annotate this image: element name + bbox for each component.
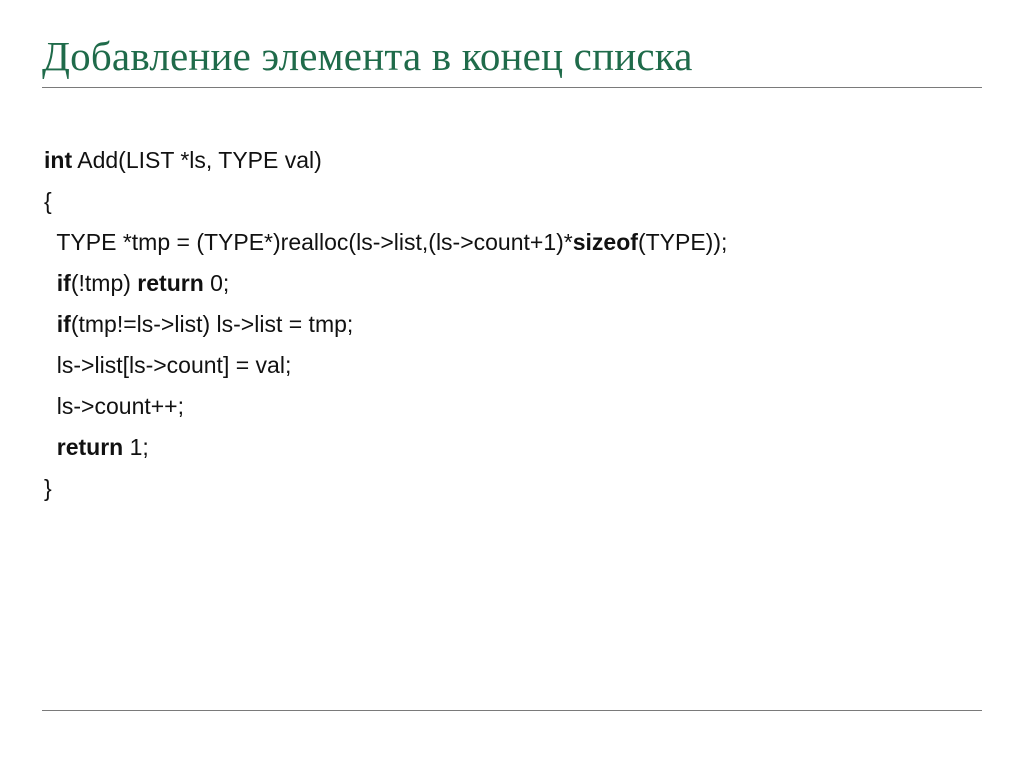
keyword-return: return	[137, 270, 203, 296]
code-text: 0;	[204, 270, 230, 296]
code-line: }	[44, 468, 982, 509]
code-text: TYPE *tmp = (TYPE*)realloc(ls->list,(ls-…	[44, 229, 573, 255]
keyword-if: if	[57, 270, 71, 296]
title-block: Добавление элемента в конец списка	[42, 32, 982, 88]
code-line: ls->list[ls->count] = val;	[44, 345, 982, 386]
code-text	[44, 434, 57, 460]
keyword-return: return	[57, 434, 123, 460]
code-line: if(!tmp) return 0;	[44, 263, 982, 304]
code-line: if(tmp!=ls->list) ls->list = tmp;	[44, 304, 982, 345]
code-text: Add(LIST *ls, TYPE val)	[72, 147, 322, 173]
code-block: int Add(LIST *ls, TYPE val) { TYPE *tmp …	[42, 140, 982, 508]
code-line: int Add(LIST *ls, TYPE val)	[44, 140, 982, 181]
keyword-sizeof: sizeof	[573, 229, 638, 255]
code-text: (tmp!=ls->list) ls->list = tmp;	[71, 311, 353, 337]
slide-title: Добавление элемента в конец списка	[42, 32, 982, 81]
footer-rule	[42, 710, 982, 711]
code-line: {	[44, 181, 982, 222]
code-text: (!tmp)	[71, 270, 137, 296]
code-line: ls->count++;	[44, 386, 982, 427]
code-text	[44, 311, 57, 337]
code-line: return 1;	[44, 427, 982, 468]
code-line: TYPE *tmp = (TYPE*)realloc(ls->list,(ls-…	[44, 222, 982, 263]
code-text: (TYPE));	[638, 229, 727, 255]
slide: Добавление элемента в конец списка int A…	[0, 0, 1024, 767]
code-text: 1;	[123, 434, 149, 460]
code-text	[44, 270, 57, 296]
keyword-int: int	[44, 147, 72, 173]
keyword-if: if	[57, 311, 71, 337]
